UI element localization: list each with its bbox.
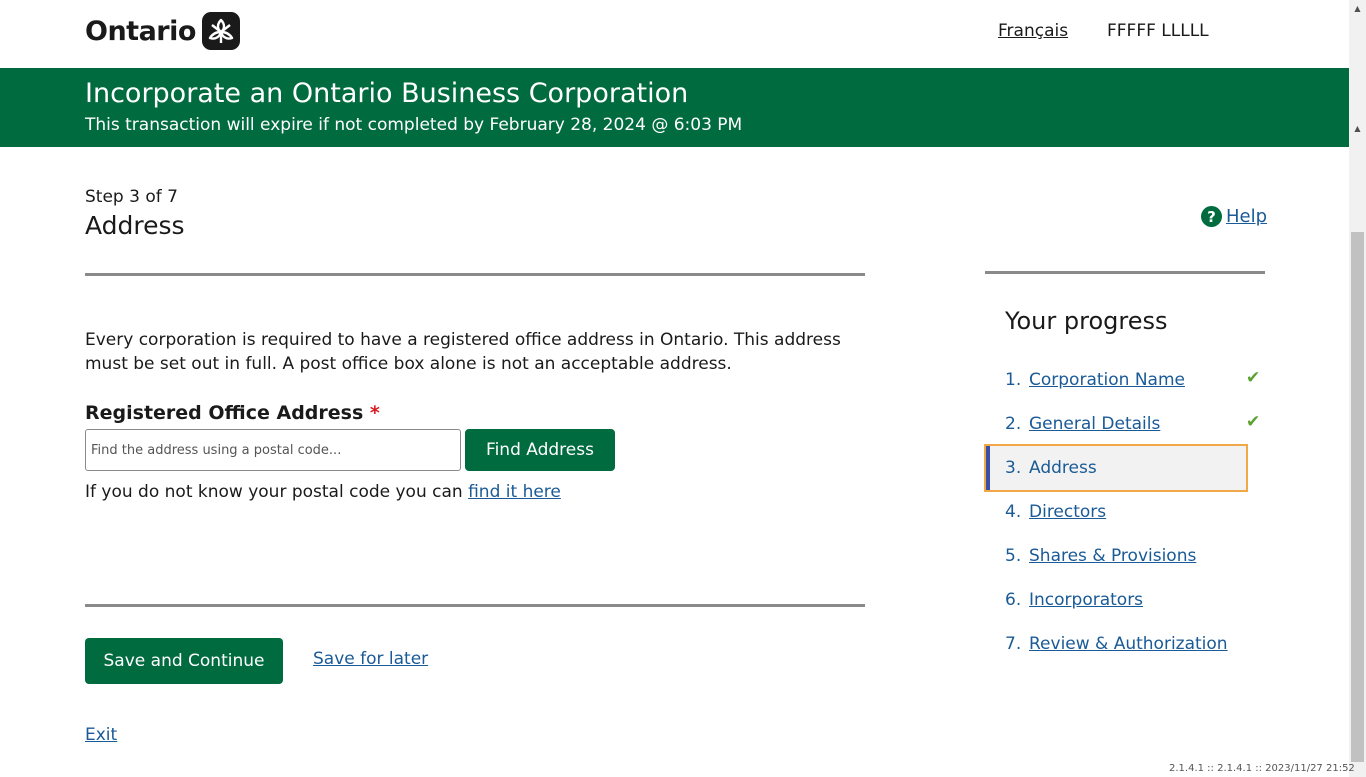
registered-office-label: Registered Office Address * — [85, 402, 380, 424]
help-link[interactable]: ? Help — [1201, 206, 1267, 227]
vertical-scrollbar[interactable]: ▲ ▲ — [1349, 0, 1366, 777]
checkmark-icon: ✔ — [1246, 368, 1261, 388]
save-and-continue-button[interactable]: Save and Continue — [85, 638, 283, 684]
progress-item-shares-provisions[interactable]: 5. Shares & Provisions — [1005, 544, 1196, 568]
field-label-text: Registered Office Address — [85, 402, 364, 424]
progress-title: Your progress — [1005, 307, 1168, 335]
progress-item-label: Incorporators — [1029, 590, 1144, 610]
progress-item-number: 5. — [1005, 546, 1022, 566]
help-label: Help — [1226, 206, 1268, 227]
user-name[interactable]: FFFFF LLLLL — [1107, 21, 1209, 41]
current-step-bar — [986, 446, 990, 490]
progress-item-number: 1. — [1005, 370, 1022, 390]
progress-item-label: Directors — [1029, 502, 1107, 522]
postal-hint-text: If you do not know your postal code you … — [85, 482, 463, 502]
intro-text: Every corporation is required to have a … — [85, 330, 841, 374]
progress-item-label: General Details — [1029, 414, 1161, 434]
progress-item-incorporators[interactable]: 6. Incorporators — [1005, 588, 1143, 612]
ontario-logo[interactable]: Ontario — [85, 12, 240, 50]
main-bottom-divider — [85, 604, 865, 607]
language-toggle-link[interactable]: Français — [998, 21, 1068, 41]
transaction-banner: Incorporate an Ontario Business Corporat… — [0, 68, 1349, 147]
progress-item-review-authorization[interactable]: 7. Review & Authorization — [1005, 632, 1228, 656]
scrollbar-thumb[interactable] — [1351, 232, 1364, 762]
save-for-later-link[interactable]: Save for later — [313, 649, 428, 669]
postal-code-hint: If you do not know your postal code you … — [85, 482, 561, 502]
version-info: 2.1.4.1 :: 2.1.4.1 :: 2023/11/27 21:52 — [1169, 763, 1355, 774]
progress-item-number: 6. — [1005, 590, 1022, 610]
progress-item-label: Review & Authorization — [1029, 634, 1228, 654]
postal-code-search-input[interactable] — [85, 429, 461, 471]
progress-item-number: 4. — [1005, 502, 1022, 522]
progress-item-number: 2. — [1005, 414, 1022, 434]
question-circle-icon: ? — [1201, 206, 1222, 227]
logo-wordmark: Ontario — [85, 15, 196, 47]
progress-item-corporation-name[interactable]: 1. Corporation Name — [1005, 368, 1185, 392]
progress-item-label: Address — [1029, 458, 1097, 478]
sidebar-top-divider — [985, 271, 1265, 274]
banner-title: Incorporate an Ontario Business Corporat… — [85, 78, 689, 109]
scroll-down-arrow-icon[interactable]: ▲ — [1349, 120, 1366, 137]
progress-item-general-details[interactable]: 2. General Details — [1005, 412, 1160, 436]
progress-item-address[interactable]: 3. Address — [1005, 456, 1097, 480]
progress-item-number: 7. — [1005, 634, 1022, 654]
progress-item-directors[interactable]: 4. Directors — [1005, 500, 1106, 524]
main-top-divider — [85, 273, 865, 276]
find-address-button[interactable]: Find Address — [465, 429, 615, 471]
scroll-up-arrow-icon[interactable]: ▲ — [1349, 0, 1366, 17]
top-bar: Ontario Français FFFFF LLLLL — [0, 0, 1349, 68]
progress-item-label: Corporation Name — [1029, 370, 1185, 390]
page-title: Address — [85, 211, 185, 240]
exit-link[interactable]: Exit — [85, 725, 117, 745]
progress-item-label: Shares & Provisions — [1029, 546, 1197, 566]
required-marker: * — [369, 402, 380, 424]
expiry-notice: This transaction will expire if not comp… — [85, 115, 743, 135]
find-postal-code-link[interactable]: find it here — [468, 482, 561, 502]
trillium-icon — [201, 12, 240, 50]
step-indicator: Step 3 of 7 — [85, 187, 178, 207]
checkmark-icon: ✔ — [1246, 412, 1261, 432]
progress-item-number: 3. — [1005, 458, 1022, 478]
